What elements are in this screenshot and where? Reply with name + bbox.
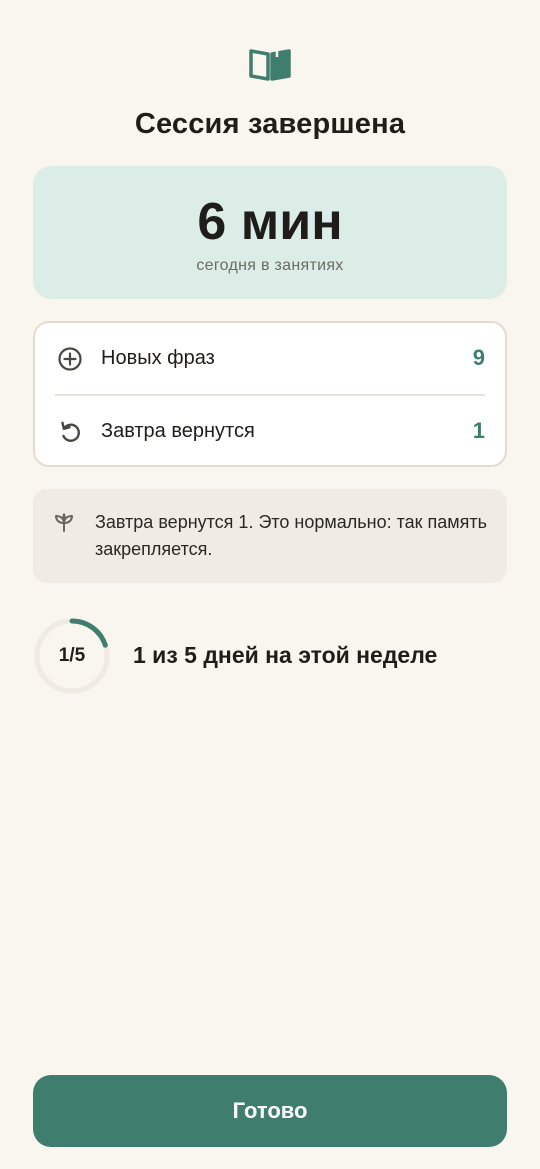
done-button[interactable]: Готово [33, 1075, 507, 1147]
stat-value-return-tomorrow: 1 [472, 418, 485, 443]
session-complete-screen: Сессия завершена 6 мин сегодня в занятия… [0, 0, 540, 1169]
session-time-value: 6 мин [197, 193, 343, 251]
refresh-icon [61, 421, 80, 442]
weekly-progress-label: 1/5 [58, 645, 86, 666]
stat-label-return-tomorrow: Завтра вернутся [101, 420, 255, 442]
open-book-icon [249, 49, 291, 81]
stat-value-new-phrases: 9 [472, 345, 485, 370]
stat-row-return-tomorrow: Завтра вернутся 1 [35, 396, 505, 466]
weekly-progress-text: 1 из 5 дней на этой неделе [133, 642, 438, 668]
stat-row-new-phrases: Новых фраз 9 [35, 323, 505, 393]
sprout-icon [55, 513, 73, 532]
reassurance-note: Завтра вернутся 1. Это нормально: так па… [33, 489, 507, 583]
stats-card: Новых фраз 9 Завтра вернутся 1 [33, 321, 507, 467]
stat-label-new-phrases: Новых фраз [101, 347, 215, 369]
note-text: Завтра вернутся 1. Это нормально: так па… [95, 512, 488, 559]
plus-circle-icon [58, 347, 82, 371]
page-title: Сессия завершена [134, 108, 406, 140]
session-time-caption: сегодня в занятиях [196, 257, 344, 274]
